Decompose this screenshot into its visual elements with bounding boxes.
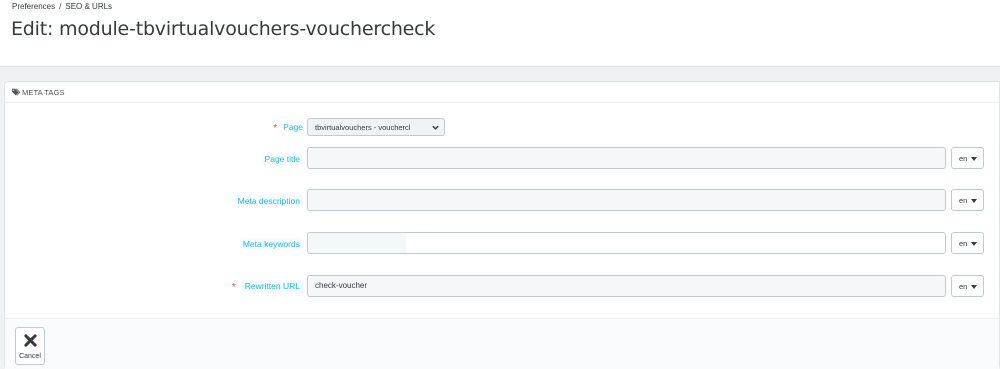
meta-keywords-row: Meta keywords en <box>5 232 999 256</box>
page-label: * Page <box>273 122 303 134</box>
rewritten-url-language-button[interactable]: en <box>951 275 984 297</box>
page-title-language-button[interactable]: en <box>951 147 984 169</box>
language-code: en <box>959 154 968 163</box>
panel-heading: META TAGS <box>5 82 999 103</box>
chevron-down-icon <box>432 125 439 130</box>
breadcrumb-separator: / <box>59 2 62 11</box>
page-title-label: Page title <box>261 153 303 165</box>
meta-keywords-language-button[interactable]: en <box>951 232 984 254</box>
meta-keywords-label: Meta keywords <box>239 238 303 250</box>
breadcrumb-preferences[interactable]: Preferences <box>12 2 55 11</box>
tags-icon <box>12 88 21 96</box>
rewritten-url-row: * Rewritten URL check-voucher en <box>5 275 999 299</box>
meta-description-label: Meta description <box>234 195 303 207</box>
language-code: en <box>959 239 968 248</box>
meta-tags-panel: META TAGS * Page tbvirtualvouchers - vouc… <box>4 81 1000 369</box>
meta-description-row: Meta description en <box>5 189 999 213</box>
caret-down-icon <box>971 199 977 203</box>
language-code: en <box>959 282 968 291</box>
caret-down-icon <box>971 242 977 246</box>
page-row: * Page tbvirtualvouchers - vouchercl <box>5 116 999 140</box>
rewritten-url-label-text: Rewritten URL <box>241 280 303 292</box>
caret-down-icon <box>971 157 977 161</box>
close-icon <box>24 334 37 347</box>
required-marker: * <box>273 123 278 134</box>
page-header: Preferences / SEO & URLs Edit: module-tbvi… <box>0 0 1000 67</box>
breadcrumb-seo-urls[interactable]: SEO & URLs <box>65 2 112 11</box>
panel-heading-label: META TAGS <box>22 88 65 97</box>
cancel-label: Cancel <box>19 353 41 360</box>
page-select-value: tbvirtualvouchers - vouchercl <box>315 123 411 132</box>
page-label-text: Page <box>283 122 303 132</box>
page-title-label-text: Page title <box>261 153 303 165</box>
page-title: Edit: module-tbvirtualvouchers-voucherch… <box>11 18 436 40</box>
language-code: en <box>959 196 968 205</box>
page-title-row: Page title en <box>5 147 999 171</box>
meta-keywords-label-text: Meta keywords <box>239 238 303 250</box>
meta-description-label-text: Meta description <box>234 195 303 207</box>
breadcrumb: Preferences / SEO & URLs <box>12 2 112 11</box>
page-select[interactable]: tbvirtualvouchers - vouchercl <box>307 118 445 136</box>
keyword-tag-area <box>308 233 406 253</box>
page-title-input[interactable] <box>307 147 946 169</box>
caret-down-icon <box>971 285 977 289</box>
rewritten-url-input[interactable]: check-voucher <box>307 275 946 297</box>
panel-footer: Cancel <box>5 318 999 369</box>
cancel-button[interactable]: Cancel <box>15 327 45 365</box>
meta-description-language-button[interactable]: en <box>951 189 984 211</box>
rewritten-url-label: * Rewritten URL <box>231 280 303 293</box>
required-marker: * <box>231 282 236 293</box>
meta-keywords-input[interactable] <box>307 232 946 254</box>
meta-description-input[interactable] <box>307 189 946 211</box>
